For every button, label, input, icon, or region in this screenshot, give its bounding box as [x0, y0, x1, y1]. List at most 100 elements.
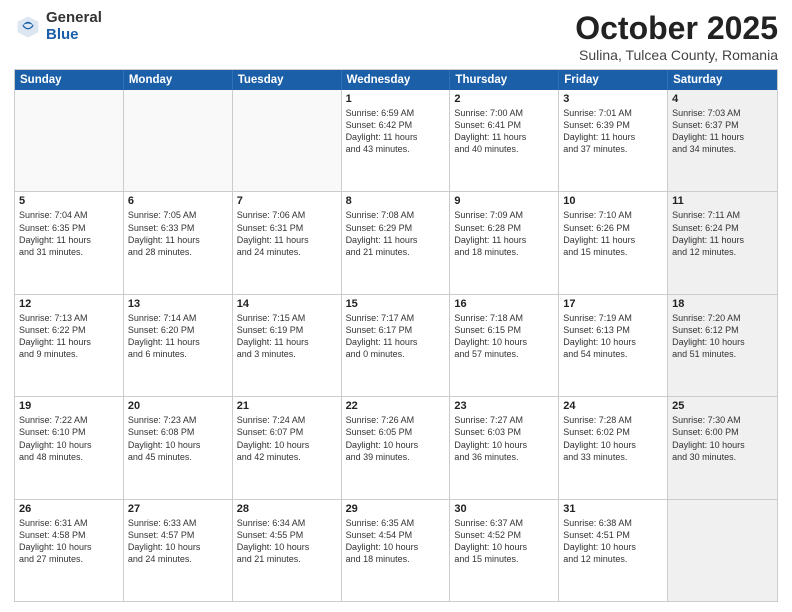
- day-number: 7: [237, 195, 337, 207]
- day-number: 21: [237, 400, 337, 412]
- day-number: 5: [19, 195, 119, 207]
- header-day-wednesday: Wednesday: [342, 70, 451, 90]
- day-number: 6: [128, 195, 228, 207]
- cell-info: Sunrise: 7:09 AM Sunset: 6:28 PM Dayligh…: [454, 209, 554, 258]
- cal-cell-r3c4: 23Sunrise: 7:27 AM Sunset: 6:03 PM Dayli…: [450, 397, 559, 498]
- cal-cell-r4c3: 29Sunrise: 6:35 AM Sunset: 4:54 PM Dayli…: [342, 500, 451, 601]
- day-number: 11: [672, 195, 773, 207]
- cell-info: Sunrise: 6:34 AM Sunset: 4:55 PM Dayligh…: [237, 517, 337, 566]
- day-number: 22: [346, 400, 446, 412]
- cell-info: Sunrise: 7:11 AM Sunset: 6:24 PM Dayligh…: [672, 209, 773, 258]
- page: General Blue October 2025 Sulina, Tulcea…: [0, 0, 792, 612]
- day-number: 26: [19, 503, 119, 515]
- day-number: 24: [563, 400, 663, 412]
- cell-info: Sunrise: 7:26 AM Sunset: 6:05 PM Dayligh…: [346, 414, 446, 463]
- cell-info: Sunrise: 7:04 AM Sunset: 6:35 PM Dayligh…: [19, 209, 119, 258]
- cal-cell-r3c1: 20 Sunrise: 7:23 AM Sunset: 6:08 PM Dayli…: [124, 397, 233, 498]
- day-number: 19: [19, 400, 119, 412]
- calendar: SundayMondayTuesdayWednesdayThursdayFrid…: [14, 69, 778, 602]
- cell-info: Sunrise: 7:27 AM Sunset: 6:03 PM Dayligh…: [454, 414, 554, 463]
- cal-cell-r1c1: 6 Sunrise: 7:05 AM Sunset: 6:33 PM Daylig…: [124, 192, 233, 293]
- cal-row-3: 19 Sunrise: 7:22 AM Sunset: 6:10 PM Dayli…: [15, 396, 777, 498]
- cal-cell-r2c6: 18Sunrise: 7:20 AM Sunset: 6:12 PM Dayli…: [668, 295, 777, 396]
- header-day-saturday: Saturday: [668, 70, 777, 90]
- cal-cell-r1c3: 8Sunrise: 7:08 AM Sunset: 6:29 PM Daylig…: [342, 192, 451, 293]
- cal-row-1: 5 Sunrise: 7:04 AM Sunset: 6:35 PM Daylig…: [15, 191, 777, 293]
- day-number: 18: [672, 298, 773, 310]
- cell-info: Sunrise: 6:31 AM Sunset: 4:58 PM Dayligh…: [19, 517, 119, 566]
- day-number: 12: [19, 298, 119, 310]
- cal-cell-r0c4: 2Sunrise: 7:00 AM Sunset: 6:41 PM Daylig…: [450, 90, 559, 191]
- cal-cell-r2c2: 14 Sunrise: 7:15 AM Sunset: 6:19 PM Dayli…: [233, 295, 342, 396]
- header-day-friday: Friday: [559, 70, 668, 90]
- cell-info: Sunrise: 6:59 AM Sunset: 6:42 PM Dayligh…: [346, 107, 446, 156]
- calendar-body: 1Sunrise: 6:59 AM Sunset: 6:42 PM Daylig…: [15, 90, 777, 601]
- cell-info: Sunrise: 7:30 AM Sunset: 6:00 PM Dayligh…: [672, 414, 773, 463]
- cal-cell-r3c6: 25 Sunrise: 7:30 AM Sunset: 6:00 PM Dayli…: [668, 397, 777, 498]
- cal-cell-r4c2: 28 Sunrise: 6:34 AM Sunset: 4:55 PM Dayli…: [233, 500, 342, 601]
- cell-info: Sunrise: 7:23 AM Sunset: 6:08 PM Dayligh…: [128, 414, 228, 463]
- cal-cell-r1c4: 9 Sunrise: 7:09 AM Sunset: 6:28 PM Daylig…: [450, 192, 559, 293]
- day-number: 4: [672, 93, 773, 105]
- day-number: 30: [454, 503, 554, 515]
- header-day-tuesday: Tuesday: [233, 70, 342, 90]
- day-number: 31: [563, 503, 663, 515]
- cell-info: Sunrise: 7:06 AM Sunset: 6:31 PM Dayligh…: [237, 209, 337, 258]
- cal-row-2: 12 Sunrise: 7:13 AM Sunset: 6:22 PM Dayli…: [15, 294, 777, 396]
- day-number: 8: [346, 195, 446, 207]
- header-day-monday: Monday: [124, 70, 233, 90]
- cal-cell-r4c4: 30 Sunrise: 6:37 AM Sunset: 4:52 PM Dayli…: [450, 500, 559, 601]
- header-day-sunday: Sunday: [15, 70, 124, 90]
- day-number: 20: [128, 400, 228, 412]
- cell-info: Sunrise: 7:18 AM Sunset: 6:15 PM Dayligh…: [454, 312, 554, 361]
- cal-cell-r0c1: [124, 90, 233, 191]
- cell-info: Sunrise: 7:01 AM Sunset: 6:39 PM Dayligh…: [563, 107, 663, 156]
- logo: General Blue: [14, 10, 102, 43]
- cell-info: Sunrise: 7:03 AM Sunset: 6:37 PM Dayligh…: [672, 107, 773, 156]
- calendar-header: SundayMondayTuesdayWednesdayThursdayFrid…: [15, 70, 777, 90]
- cal-cell-r4c6: [668, 500, 777, 601]
- day-number: 25: [672, 400, 773, 412]
- cell-info: Sunrise: 7:15 AM Sunset: 6:19 PM Dayligh…: [237, 312, 337, 361]
- day-number: 28: [237, 503, 337, 515]
- cal-cell-r2c5: 17Sunrise: 7:19 AM Sunset: 6:13 PM Dayli…: [559, 295, 668, 396]
- day-number: 29: [346, 503, 446, 515]
- day-number: 9: [454, 195, 554, 207]
- cal-cell-r3c5: 24Sunrise: 7:28 AM Sunset: 6:02 PM Dayli…: [559, 397, 668, 498]
- cal-cell-r2c1: 13 Sunrise: 7:14 AM Sunset: 6:20 PM Dayli…: [124, 295, 233, 396]
- title-month: October 2025: [575, 10, 778, 47]
- cell-info: Sunrise: 7:10 AM Sunset: 6:26 PM Dayligh…: [563, 209, 663, 258]
- day-number: 13: [128, 298, 228, 310]
- cal-cell-r0c0: [15, 90, 124, 191]
- day-number: 27: [128, 503, 228, 515]
- cell-info: Sunrise: 7:13 AM Sunset: 6:22 PM Dayligh…: [19, 312, 119, 361]
- cell-info: Sunrise: 6:37 AM Sunset: 4:52 PM Dayligh…: [454, 517, 554, 566]
- cal-cell-r2c4: 16 Sunrise: 7:18 AM Sunset: 6:15 PM Dayli…: [450, 295, 559, 396]
- cell-info: Sunrise: 7:22 AM Sunset: 6:10 PM Dayligh…: [19, 414, 119, 463]
- day-number: 17: [563, 298, 663, 310]
- logo-blue-text: Blue: [46, 27, 102, 44]
- header-day-thursday: Thursday: [450, 70, 559, 90]
- cal-cell-r3c0: 19 Sunrise: 7:22 AM Sunset: 6:10 PM Dayli…: [15, 397, 124, 498]
- cell-info: Sunrise: 7:00 AM Sunset: 6:41 PM Dayligh…: [454, 107, 554, 156]
- cal-cell-r1c0: 5 Sunrise: 7:04 AM Sunset: 6:35 PM Daylig…: [15, 192, 124, 293]
- header: General Blue October 2025 Sulina, Tulcea…: [14, 10, 778, 63]
- day-number: 16: [454, 298, 554, 310]
- cal-cell-r0c2: [233, 90, 342, 191]
- day-number: 14: [237, 298, 337, 310]
- cal-cell-r0c5: 3Sunrise: 7:01 AM Sunset: 6:39 PM Daylig…: [559, 90, 668, 191]
- cell-info: Sunrise: 7:05 AM Sunset: 6:33 PM Dayligh…: [128, 209, 228, 258]
- cal-cell-r3c3: 22 Sunrise: 7:26 AM Sunset: 6:05 PM Dayli…: [342, 397, 451, 498]
- cell-info: Sunrise: 7:24 AM Sunset: 6:07 PM Dayligh…: [237, 414, 337, 463]
- cal-cell-r1c2: 7 Sunrise: 7:06 AM Sunset: 6:31 PM Daylig…: [233, 192, 342, 293]
- logo-text: General Blue: [46, 10, 102, 43]
- day-number: 15: [346, 298, 446, 310]
- title-location: Sulina, Tulcea County, Romania: [575, 47, 778, 63]
- cal-cell-r2c3: 15Sunrise: 7:17 AM Sunset: 6:17 PM Dayli…: [342, 295, 451, 396]
- cell-info: Sunrise: 7:14 AM Sunset: 6:20 PM Dayligh…: [128, 312, 228, 361]
- logo-icon: [14, 13, 42, 41]
- day-number: 10: [563, 195, 663, 207]
- cal-cell-r2c0: 12 Sunrise: 7:13 AM Sunset: 6:22 PM Dayli…: [15, 295, 124, 396]
- cal-cell-r0c6: 4 Sunrise: 7:03 AM Sunset: 6:37 PM Daylig…: [668, 90, 777, 191]
- cal-cell-r1c6: 11 Sunrise: 7:11 AM Sunset: 6:24 PM Dayli…: [668, 192, 777, 293]
